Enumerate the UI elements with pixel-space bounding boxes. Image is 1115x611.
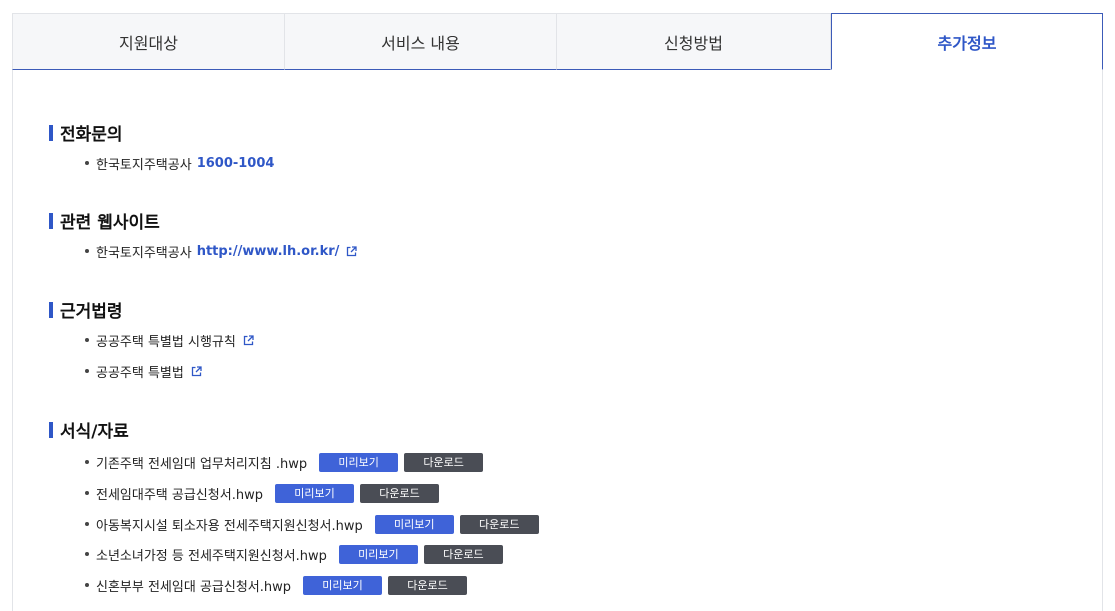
external-link-icon[interactable]	[243, 334, 254, 346]
content-panel: 전화문의 한국토지주택공사 1600-1004 관련 웹사이트 한국토지주택공사…	[12, 70, 1103, 611]
preview-button[interactable]: 미리보기	[303, 575, 383, 595]
download-button[interactable]: 다운로드	[359, 483, 439, 503]
download-button[interactable]: 다운로드	[423, 544, 503, 564]
list-item: 신혼부부 전세임대 공급신청서.hwp 미리보기 다운로드	[85, 575, 468, 595]
website-link[interactable]: http://www.lh.or.kr/	[197, 244, 340, 259]
list-item: 한국토지주택공사 1600-1004	[85, 153, 274, 173]
phone-number: 1600-1004	[196, 155, 275, 171]
external-link-icon[interactable]	[191, 365, 202, 377]
law-link[interactable]: 공공주택 특별법	[96, 362, 184, 381]
preview-button[interactable]: 미리보기	[274, 483, 354, 503]
preview-button[interactable]: 미리보기	[374, 514, 454, 534]
tab-additional-info[interactable]: 추가정보	[831, 13, 1103, 70]
section-title-forms: 서식/자료	[49, 417, 129, 442]
law-link[interactable]: 공공주택 특별법 시행규칙	[96, 331, 236, 350]
list-item: 전세임대주택 공급신청서.hwp 미리보기 다운로드	[85, 483, 439, 503]
bullet-icon	[85, 552, 89, 556]
bullet-icon	[85, 338, 89, 342]
file-name: 아동복지시설 퇴소자용 전세주택지원신청서.hwp	[96, 518, 363, 534]
bullet-icon	[85, 491, 89, 495]
section-title-text: 근거법령	[60, 302, 123, 322]
download-button[interactable]: 다운로드	[404, 452, 484, 472]
list-item: 소년소녀가정 등 전세주택지원신청서.hwp 미리보기 다운로드	[85, 544, 503, 564]
section-title-text: 서식/자료	[60, 422, 129, 442]
external-link-icon[interactable]	[346, 245, 358, 257]
section-title-text: 관련 웹사이트	[60, 213, 160, 233]
bullet-icon	[85, 369, 89, 373]
bullet-icon	[85, 161, 89, 165]
tab-application-method[interactable]: 신청방법	[557, 13, 831, 70]
tab-bar: 지원대상 서비스 내용 신청방법 추가정보	[12, 13, 1103, 70]
section-title-phone: 전화문의	[49, 120, 123, 145]
section-title-laws: 근거법령	[49, 297, 123, 322]
file-name: 소년소녀가정 등 전세주택지원신청서.hwp	[96, 548, 327, 564]
section-bar	[49, 212, 53, 229]
list-item[interactable]: 공공주택 특별법 시행규칙	[85, 330, 254, 350]
download-button[interactable]: 다운로드	[459, 514, 539, 534]
section-bar	[49, 301, 53, 318]
tab-service-content[interactable]: 서비스 내용	[285, 13, 557, 70]
bullet-icon	[85, 583, 89, 587]
file-name: 기존주택 전세임대 업무처리지침 .hwp	[96, 456, 308, 472]
section-title-sites: 관련 웹사이트	[49, 208, 160, 233]
list-item: 기존주택 전세임대 업무처리지침 .hwp 미리보기 다운로드	[85, 452, 484, 472]
list-item: 아동복지시설 퇴소자용 전세주택지원신청서.hwp 미리보기 다운로드	[85, 514, 539, 534]
list-item[interactable]: 공공주택 특별법	[85, 361, 202, 381]
bullet-icon	[85, 249, 89, 253]
item-label: 한국토지주택공사	[96, 245, 192, 261]
bullet-icon	[85, 522, 89, 526]
file-name: 신혼부부 전세임대 공급신청서.hwp	[96, 579, 292, 595]
section-bar	[49, 421, 53, 438]
section-bar	[49, 124, 53, 141]
download-button[interactable]: 다운로드	[388, 575, 468, 595]
file-name: 전세임대주택 공급신청서.hwp	[96, 487, 263, 503]
bullet-icon	[85, 460, 89, 464]
item-label: 한국토지주택공사	[96, 157, 192, 173]
tab-eligibility[interactable]: 지원대상	[12, 13, 285, 70]
list-item: 한국토지주택공사 http://www.lh.or.kr/	[85, 241, 358, 261]
preview-button[interactable]: 미리보기	[338, 544, 418, 564]
section-title-text: 전화문의	[60, 125, 123, 145]
preview-button[interactable]: 미리보기	[319, 452, 399, 472]
